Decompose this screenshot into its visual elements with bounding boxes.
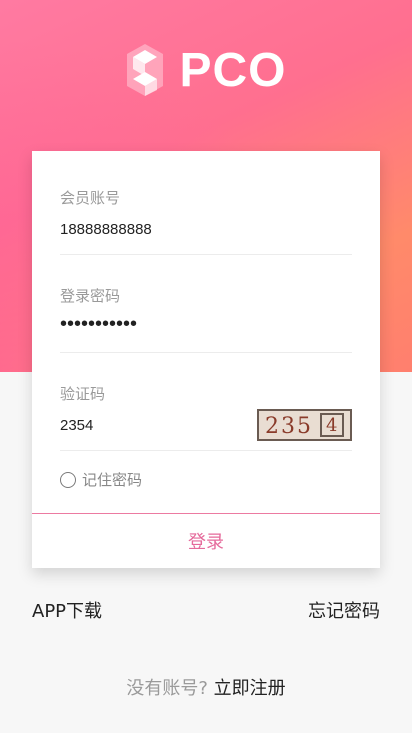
register-prompt: 没有账号? 立即注册 xyxy=(0,674,412,700)
captcha-image-text: 235 xyxy=(265,414,313,439)
account-label: 会员账号 xyxy=(60,189,121,207)
captcha-image[interactable]: 235 4 xyxy=(257,409,352,441)
remember-label: 记住密码 xyxy=(82,471,143,489)
captcha-image-box: 4 xyxy=(320,413,344,437)
captcha-image-box-text: 4 xyxy=(326,415,338,436)
password-label: 登录密码 xyxy=(60,287,121,305)
account-field[interactable]: 会员账号 18888888888 xyxy=(60,179,352,255)
captcha-field[interactable]: 验证码 2354 235 4 xyxy=(60,375,352,451)
hexagon-logo-icon xyxy=(127,44,164,96)
password-field[interactable]: 登录密码 ••••••••••• xyxy=(60,277,352,353)
brand-logo: PCO xyxy=(0,40,412,100)
secondary-links: APP下载 忘记密码 xyxy=(32,597,380,623)
remember-password[interactable]: 记住密码 xyxy=(60,469,142,490)
login-card: 会员账号 18888888888 登录密码 ••••••••••• 验证码 23… xyxy=(32,151,380,568)
login-button[interactable]: 登录 xyxy=(32,514,380,568)
account-input[interactable]: 18888888888 xyxy=(60,221,152,238)
register-question: 没有账号? xyxy=(126,678,208,699)
captcha-input[interactable]: 2354 xyxy=(60,417,93,434)
app-download-link[interactable]: APP下载 xyxy=(32,597,102,623)
password-input[interactable]: ••••••••••• xyxy=(60,313,137,336)
remember-checkbox[interactable] xyxy=(60,471,76,488)
forgot-password-link[interactable]: 忘记密码 xyxy=(308,597,380,623)
register-link[interactable]: 立即注册 xyxy=(214,678,286,699)
captcha-label: 验证码 xyxy=(60,385,106,403)
brand-name: PCO xyxy=(179,43,287,97)
